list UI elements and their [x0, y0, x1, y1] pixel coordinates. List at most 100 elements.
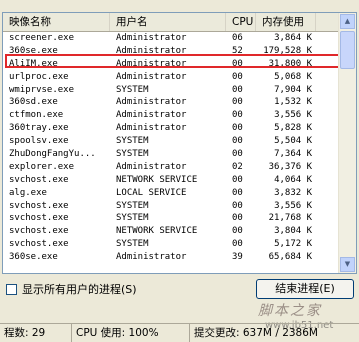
process-name: AliIM.exe: [9, 58, 58, 69]
table-row[interactable]: svchost.exe SYSTEM 00 3,556 K: [3, 200, 340, 213]
process-cpu: 00: [232, 187, 243, 198]
table-row[interactable]: 360se.exe Administrator 39 65,684 K: [3, 251, 340, 264]
process-user: SYSTEM: [116, 84, 149, 95]
process-name: svchost.exe: [9, 226, 69, 237]
process-cpu: 00: [232, 136, 243, 147]
process-memory: 5,172 K: [274, 239, 312, 250]
process-memory: 4,064 K: [274, 174, 312, 185]
process-user: LOCAL SERVICE: [116, 187, 187, 198]
process-memory: 7,364 K: [274, 149, 312, 160]
process-user: NETWORK SERVICE: [116, 174, 198, 185]
status-commit-charge: 提交更改: 637M / 2386M: [194, 327, 318, 339]
table-row[interactable]: 360tray.exe Administrator 00 5,828 K: [3, 122, 340, 135]
process-name: svchost.exe: [9, 174, 69, 185]
column-header-cpu[interactable]: CPU: [226, 13, 256, 31]
process-memory: 3,864 K: [274, 33, 312, 43]
process-memory: 36,376 K: [268, 161, 312, 172]
process-cpu: 00: [232, 213, 243, 224]
process-user: Administrator: [116, 71, 187, 82]
table-row[interactable]: 360sd.exe Administrator 00 1,532 K: [3, 96, 340, 109]
vertical-scrollbar[interactable]: ▲ ▼: [338, 13, 356, 273]
process-cpu: 00: [232, 174, 243, 185]
process-cpu: 00: [232, 58, 243, 69]
process-user: SYSTEM: [116, 213, 149, 224]
process-name: urlproc.exe: [9, 71, 69, 82]
process-name: spoolsv.exe: [9, 136, 69, 147]
process-user: Administrator: [116, 33, 187, 43]
process-name: 360sd.exe: [9, 97, 58, 108]
table-row[interactable]: 360se.exe Administrator 52 179,528 K: [3, 45, 340, 58]
process-name: 360se.exe: [9, 45, 58, 56]
process-name: wmiprvse.exe: [9, 84, 75, 95]
process-user: Administrator: [116, 45, 187, 56]
table-row[interactable]: svchost.exe SYSTEM 00 21,768 K: [3, 212, 340, 225]
process-rows: screener.exe Administrator 06 3,864 K 360se…: [3, 32, 340, 264]
process-user: Administrator: [116, 58, 187, 69]
table-row[interactable]: urlproc.exe Administrator 00 5,068 K: [3, 71, 340, 84]
process-cpu: 00: [232, 239, 243, 250]
table-row[interactable]: svchost.exe NETWORK SERVICE 00 4,064 K: [3, 174, 340, 187]
process-memory: 7,904 K: [274, 84, 312, 95]
table-row[interactable]: ctfmon.exe Administrator 00 3,556 K: [3, 109, 340, 122]
process-cpu: 00: [232, 226, 243, 237]
process-name: alg.exe: [9, 187, 47, 198]
table-row[interactable]: wmiprvse.exe SYSTEM 00 7,904 K: [3, 84, 340, 97]
show-all-users-checkbox[interactable]: [6, 283, 17, 295]
column-header-image-name[interactable]: 映像名称: [3, 13, 110, 31]
status-bar: 程数: 29 CPU 使用: 100% 提交更改: 637M / 2386M: [0, 323, 359, 342]
process-name: 360tray.exe: [9, 123, 69, 134]
process-cpu: 00: [232, 71, 243, 82]
table-row[interactable]: screener.exe Administrator 06 3,864 K: [3, 32, 340, 45]
process-memory: 3,556 K: [274, 110, 312, 121]
end-process-button[interactable]: 结束进程(E): [256, 279, 354, 299]
table-row[interactable]: spoolsv.exe SYSTEM 00 5,504 K: [3, 135, 340, 148]
process-memory: 31,800 K: [268, 58, 312, 69]
process-cpu: 00: [232, 97, 243, 108]
status-cpu-usage: CPU 使用: 100%: [72, 324, 190, 342]
process-memory: 5,504 K: [274, 136, 312, 147]
task-manager-processes-panel: 映像名称 用户名 CPU 内存使用 screener.exe Administra…: [0, 0, 359, 342]
process-cpu: 00: [232, 200, 243, 211]
scroll-up-icon[interactable]: ▲: [340, 14, 355, 29]
process-user: SYSTEM: [116, 136, 149, 147]
table-row[interactable]: svchost.exe SYSTEM 00 5,172 K: [3, 238, 340, 251]
process-name: explorer.exe: [9, 161, 75, 172]
process-cpu: 00: [232, 149, 243, 160]
process-name: svchost.exe: [9, 200, 69, 211]
process-user: Administrator: [116, 252, 187, 263]
watermark: 脚本之家: [258, 303, 322, 319]
process-cpu: 00: [232, 84, 243, 95]
show-all-users-option[interactable]: 显示所有用户的进程(S): [6, 281, 137, 297]
process-cpu: 06: [232, 33, 243, 43]
scrollbar-thumb[interactable]: [340, 31, 355, 69]
process-memory: 1,532 K: [274, 97, 312, 108]
process-memory: 5,828 K: [274, 123, 312, 134]
process-memory: 3,804 K: [274, 226, 312, 237]
table-row[interactable]: svchost.exe NETWORK SERVICE 00 3,804 K: [3, 225, 340, 238]
process-list[interactable]: 映像名称 用户名 CPU 内存使用 screener.exe Administra…: [2, 12, 357, 274]
table-row[interactable]: alg.exe LOCAL SERVICE 00 3,832 K: [3, 187, 340, 200]
scroll-down-icon[interactable]: ▼: [340, 257, 355, 272]
process-cpu: 39: [232, 252, 243, 263]
process-memory: 5,068 K: [274, 71, 312, 82]
table-row[interactable]: explorer.exe Administrator 02 36,376 K: [3, 161, 340, 174]
status-process-count: 程数: 29: [0, 324, 72, 342]
column-header-user-name[interactable]: 用户名: [110, 13, 226, 31]
table-row[interactable]: AliIM.exe Administrator 00 31,800 K: [3, 58, 340, 71]
process-cpu: 00: [232, 110, 243, 121]
process-user: Administrator: [116, 97, 187, 108]
process-memory: 21,768 K: [268, 213, 312, 224]
column-header-extra[interactable]: [316, 13, 340, 31]
process-user: Administrator: [116, 161, 187, 172]
process-user: NETWORK SERVICE: [116, 226, 198, 237]
process-user: Administrator: [116, 110, 187, 121]
table-row[interactable]: ZhuDongFangYu... SYSTEM 00 7,364 K: [3, 148, 340, 161]
process-name: ctfmon.exe: [9, 110, 64, 121]
process-user: SYSTEM: [116, 200, 149, 211]
process-cpu: 02: [232, 161, 243, 172]
show-all-users-label: 显示所有用户的进程(S): [22, 283, 137, 296]
column-header-memory[interactable]: 内存使用: [256, 13, 316, 31]
process-user: SYSTEM: [116, 149, 149, 160]
list-header: 映像名称 用户名 CPU 内存使用: [3, 13, 340, 32]
process-memory: 3,832 K: [274, 187, 312, 198]
